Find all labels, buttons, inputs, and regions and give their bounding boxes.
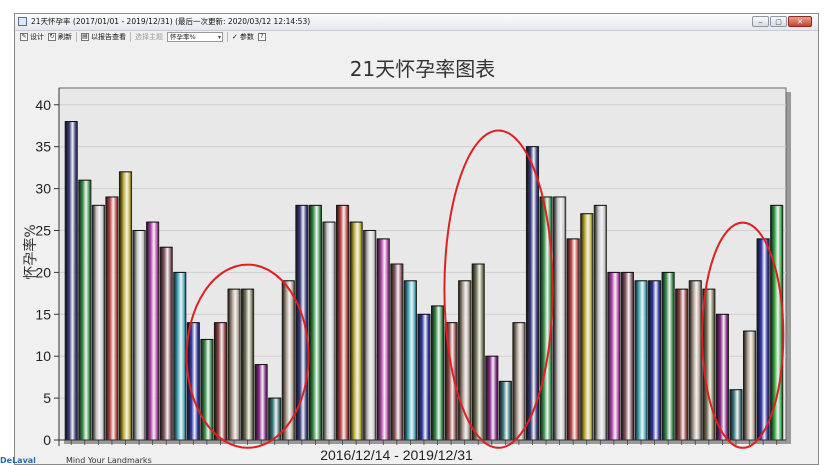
bar [118,171,133,441]
app-icon [18,17,27,26]
y-tick-label: 35 [35,139,51,155]
bar [566,238,580,441]
bar [620,272,634,441]
bar [688,280,702,441]
x-axis-label: 2016/12/14 - 2019/12/31 [320,447,473,463]
bar [417,313,431,441]
bar [498,381,512,441]
params-label: 参数 [239,32,254,41]
bar [634,280,648,441]
select-topic-button[interactable]: 选择主题 [135,32,163,42]
bar [132,230,146,441]
bar [715,313,729,441]
bar-chart: 051015202530354021天怀孕率图表2016/12/14 - 201… [22,57,791,463]
report-label: 以报告查看 [91,32,126,41]
bar [322,221,336,441]
bar [743,330,757,441]
design-label: 设计 [30,32,44,41]
bar [390,263,404,441]
y-tick-label: 40 [35,97,51,113]
bar [105,196,119,441]
chart-title: 21天怀孕率图表 [350,57,495,81]
window-title: 21天怀孕率 (2017/01/01 - 2019/12/31) (最后一次更新… [31,17,311,26]
footer-text: Mind Your Landmarks [66,456,152,465]
bar [254,364,268,441]
bar [471,263,485,441]
title-bar[interactable]: 21天怀孕率 (2017/01/01 - 2019/12/31) (最后一次更新… [15,14,818,31]
maximize-button[interactable]: ▢ [770,16,787,27]
y-axis-label: 怀孕率% [22,224,39,279]
bar [403,280,417,441]
bar [458,280,472,441]
y-tick-label: 15 [35,306,51,322]
bar [64,121,78,441]
bar [213,322,228,441]
refresh-icon: ↻ [48,32,56,41]
bar [593,205,607,441]
bar [648,280,662,441]
bar [729,389,743,441]
toolbar-divider [227,31,228,42]
bar [512,322,526,441]
y-tick-label: 30 [35,181,51,197]
bar [336,205,350,441]
report-view-button[interactable]: ▤ 以报告查看 [81,32,126,42]
bar [91,205,105,441]
bar [159,246,173,441]
bar [756,238,770,441]
chevron-down-icon: ▾ [217,33,221,41]
bar [580,213,594,441]
bar [146,221,160,441]
metric-select[interactable]: 怀孕率% ▾ [167,31,223,42]
minimize-button[interactable]: ‒ [752,16,769,27]
bar [363,230,377,441]
select-topic-label: 选择主题 [135,32,163,41]
toolbar-divider [76,31,77,42]
bar [308,205,322,441]
bar [376,238,390,441]
report-icon: ▤ [81,32,89,41]
bar [173,272,187,441]
bar [675,288,689,441]
brand-logo: DeLaval [0,456,36,465]
bar [485,355,499,441]
bar [349,221,363,441]
toolbar-divider [130,31,131,42]
bar [241,288,255,441]
bar [430,305,445,441]
help-icon[interactable]: ? [257,32,266,41]
params-icon: ✓ [232,32,238,41]
params-button[interactable]: ✓ 参数 [232,32,254,42]
bar [607,272,621,441]
design-icon: ✎ [20,32,28,41]
chart-area: 0 5 10 15 20 25 30 35 40 21天怀孕率图表 2016/12/14 - 201… [15,44,818,464]
bar [702,288,716,441]
refresh-button[interactable]: ↻ 刷新 [48,32,72,42]
close-button[interactable]: ✕ [788,16,812,27]
bar [295,205,309,441]
metric-select-value: 怀孕率% [170,32,196,41]
bar [525,146,540,441]
bar [553,196,567,441]
refresh-label: 刷新 [58,32,72,41]
bar [770,205,784,441]
bar [78,179,92,441]
bar [227,288,241,441]
y-tick-label: 10 [35,348,51,364]
bar [661,272,675,441]
design-button[interactable]: ✎ 设计 [20,32,44,42]
y-tick-label: 0 [43,432,51,448]
app-window: 21天怀孕率 (2017/01/01 - 2019/12/31) (最后一次更新… [14,13,819,465]
y-tick-label: 5 [43,390,51,406]
toolbar: ✎ 设计 ↻ 刷新 ▤ 以报告查看 选择主题 怀孕率% ▾ ✓ 参数 ? [15,30,818,43]
